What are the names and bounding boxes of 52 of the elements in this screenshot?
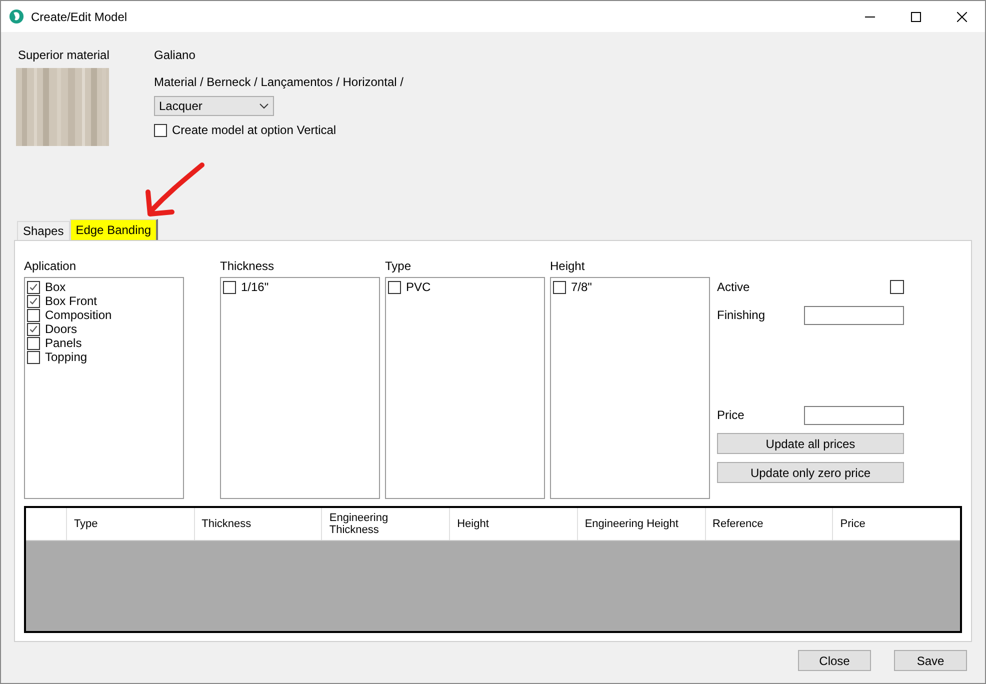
price-label: Price: [717, 408, 744, 422]
dialog-button[interactable]: Save: [894, 650, 967, 671]
column-header[interactable]: Price: [832, 508, 960, 540]
active-label: Active: [717, 280, 750, 294]
checkbox-label: Box: [45, 280, 66, 294]
checkbox-label: Box Front: [45, 294, 98, 308]
checkbox-label: Panels: [45, 336, 82, 350]
checkbox[interactable]: [890, 280, 904, 294]
checkbox[interactable]: [27, 294, 40, 308]
material-name: Galiano: [154, 48, 196, 62]
price-field[interactable]: [804, 406, 904, 424]
caret-icon: [259, 103, 269, 109]
checkbox-label: Create model at option Vertical: [172, 123, 336, 137]
finishing-label: Finishing: [717, 308, 766, 322]
checkbox[interactable]: [553, 280, 566, 294]
checkbox[interactable]: [154, 124, 167, 136]
list-heading: Aplication: [24, 259, 78, 273]
checkbox[interactable]: [27, 350, 40, 364]
dialog-button[interactable]: Close: [798, 650, 871, 671]
material-path: Material / Berneck / Lançamentos / Horizontal /: [154, 75, 404, 89]
tab[interactable]: Shapes: [17, 221, 70, 240]
column-header[interactable]: Engineering Thickness: [321, 508, 450, 540]
finish-dropdown[interactable]: Lacquer: [154, 96, 274, 116]
list-heading: Type: [385, 259, 412, 273]
checkbox[interactable]: [27, 280, 40, 294]
column-header[interactable]: Thickness: [194, 508, 322, 540]
list-heading: Thickness: [220, 259, 276, 273]
column-header[interactable]: Type: [66, 508, 194, 540]
close-icon[interactable]: [957, 12, 967, 22]
column-header[interactable]: Engineering Height: [576, 508, 705, 540]
checkbox-label: Doors: [45, 322, 78, 336]
update-button[interactable]: Update all prices: [717, 433, 904, 454]
app-logo-icon: [9, 9, 24, 24]
checkbox[interactable]: [388, 280, 401, 294]
checkbox[interactable]: [223, 280, 236, 294]
column-header[interactable]: Reference: [704, 508, 832, 540]
checkbox[interactable]: [27, 308, 40, 322]
finishing-field[interactable]: [804, 306, 904, 324]
checkbox[interactable]: [27, 336, 40, 350]
checkbox-label: 1/16": [241, 280, 269, 294]
column-header[interactable]: Height: [449, 508, 577, 540]
checkbox-label: 7/8": [571, 280, 592, 294]
maximize-icon[interactable]: [911, 12, 921, 22]
checkbox-label: Topping: [45, 350, 88, 364]
update-button[interactable]: Update only zero price: [717, 462, 904, 483]
checkbox[interactable]: [27, 322, 40, 336]
checkbox-label: Composition: [45, 308, 112, 322]
checkbox-label: PVC: [406, 280, 431, 294]
material-label: Superior material: [18, 48, 110, 62]
list-heading: Height: [550, 259, 586, 273]
window-title: Create/Edit Model: [31, 10, 128, 24]
tab[interactable]: Edge Banding: [70, 219, 158, 240]
